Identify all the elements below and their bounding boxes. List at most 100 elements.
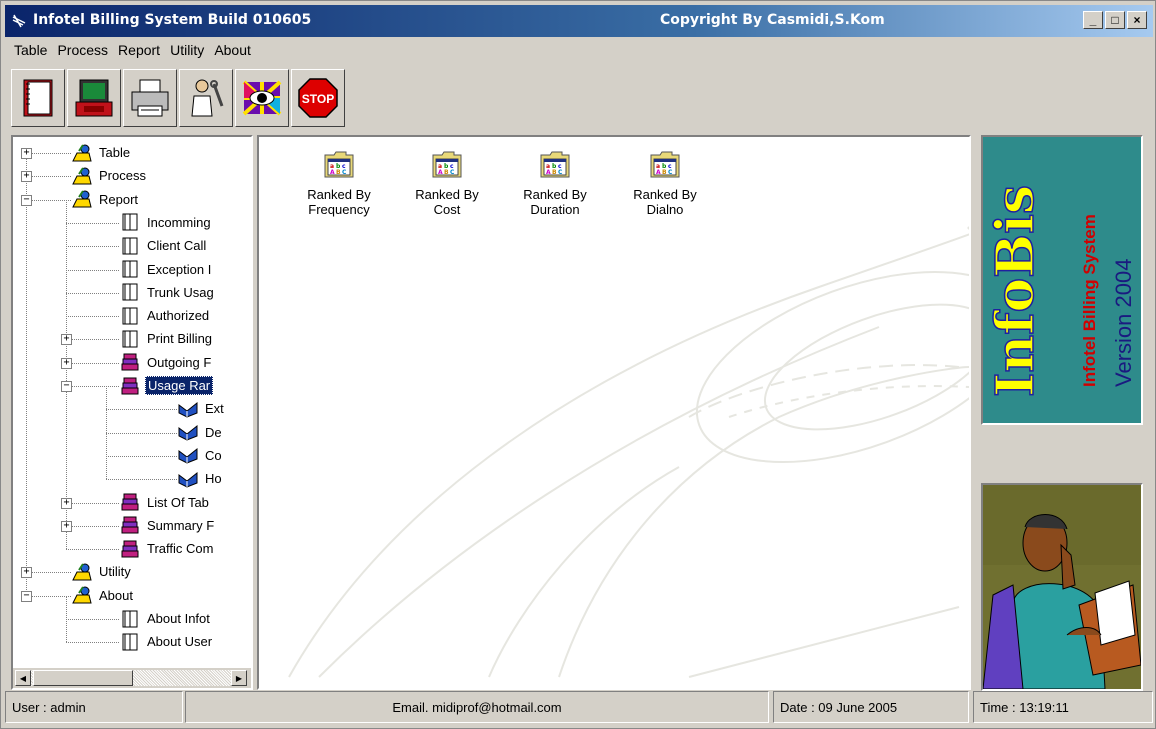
report-item-cost[interactable]: a b c A B C Ranked By Cost xyxy=(397,147,497,217)
books-stack-icon xyxy=(121,377,139,394)
tree-item-label: Table xyxy=(99,145,131,160)
tree-item-about[interactable]: About xyxy=(71,584,135,607)
tree-connector-line xyxy=(66,549,119,551)
close-button[interactable]: × xyxy=(1127,11,1147,29)
open-book-icon xyxy=(178,448,198,464)
tree-item-outgoing-f[interactable]: Outgoing F xyxy=(119,351,213,374)
collapse-node-button[interactable]: − xyxy=(61,381,72,392)
report-item-dialno[interactable]: a b c A B C Ranked By Dialno xyxy=(615,147,715,217)
tree-connector-line xyxy=(66,246,119,248)
folder-person-icon xyxy=(72,143,92,161)
expand-node-button[interactable]: + xyxy=(21,567,32,579)
stop-sign-tool-icon: STOP xyxy=(298,78,338,118)
tree-item-summary-f[interactable]: Summary F xyxy=(119,514,216,537)
collapse-node-button[interactable]: − xyxy=(21,194,32,206)
tree-connector-line xyxy=(106,479,177,481)
tree-item-print-billing[interactable]: Print Billing xyxy=(119,327,214,350)
tree-item-exception-i[interactable]: Exception I xyxy=(119,258,213,281)
tree-item-ho[interactable]: Ho xyxy=(177,467,224,490)
report-item-duration[interactable]: a b c A B C Ranked By Duration xyxy=(505,147,605,217)
menu-table[interactable]: Table xyxy=(9,39,52,63)
tree-connector-line xyxy=(26,153,27,596)
scroll-left-button[interactable]: ◀ xyxy=(15,670,31,686)
tree-item-client-call[interactable]: Client Call xyxy=(119,234,208,257)
stop-label: STOP xyxy=(302,92,334,106)
report-item-line2: Frequency xyxy=(308,202,370,217)
menu-process[interactable]: Process xyxy=(52,39,113,63)
expand-node-button[interactable]: + xyxy=(61,497,72,509)
menu-utility[interactable]: Utility xyxy=(165,39,209,63)
notebook-tool-button[interactable] xyxy=(11,69,65,127)
minimize-button[interactable]: _ xyxy=(1083,11,1103,29)
menu-about[interactable]: About xyxy=(209,39,256,63)
tree-item-label: Report xyxy=(99,191,139,207)
book-icon xyxy=(122,330,138,348)
svg-text:C: C xyxy=(342,169,347,176)
tree-item-ext[interactable]: Ext xyxy=(177,397,226,420)
tree-item-de[interactable]: De xyxy=(177,421,224,444)
report-folder-icon: abcABC xyxy=(322,147,356,181)
book-icon xyxy=(122,283,138,301)
tree-connector-line xyxy=(66,316,119,318)
report-item-frequency[interactable]: a b c A B C Ranked By Frequency xyxy=(289,147,389,217)
tree-item-label: Exception I xyxy=(147,261,212,277)
tree-item-about-infot[interactable]: About Infot xyxy=(119,607,212,630)
operator-illustration-panel xyxy=(981,483,1143,691)
status-date: Date : 09 June 2005 xyxy=(773,691,969,723)
printer-tool-icon xyxy=(131,79,169,117)
colorful-eye-tool-button[interactable] xyxy=(235,69,289,127)
report-item-line2: Dialno xyxy=(646,202,684,217)
tree-item-label: List Of Tab xyxy=(147,494,209,510)
stop-tool-button[interactable]: STOP xyxy=(291,69,345,127)
phone-computer-tool-button[interactable] xyxy=(67,69,121,127)
tree-item-report[interactable]: Report xyxy=(71,188,140,211)
tree-connector-line xyxy=(26,176,71,178)
expand-node-button[interactable]: + xyxy=(21,148,32,159)
collapse-node-button[interactable]: − xyxy=(21,590,32,602)
tree-item-label: Ext xyxy=(205,401,224,417)
open-book-icon xyxy=(178,471,198,488)
scroll-thumb[interactable] xyxy=(33,670,133,686)
tree-connector-line xyxy=(66,339,119,341)
printer-tool-button[interactable] xyxy=(123,69,177,127)
tree-item-process[interactable]: Process xyxy=(71,164,148,187)
tools-person-tool-button[interactable] xyxy=(179,69,233,127)
tree-item-label: About User xyxy=(147,634,213,650)
expand-node-button[interactable]: + xyxy=(21,171,32,183)
expand-node-button[interactable]: + xyxy=(61,357,72,369)
tree-item-trunk-usag[interactable]: Trunk Usag xyxy=(119,281,216,304)
maximize-button[interactable]: □ xyxy=(1105,11,1125,29)
navigation-tree[interactable]: + Table + Process − Report Incomming Client Cal… xyxy=(13,137,245,667)
report-folder-icon: abcABC xyxy=(538,147,572,181)
toolbar: STOP xyxy=(11,69,345,127)
tree-item-list-of-tab[interactable]: List Of Tab xyxy=(119,491,211,514)
status-time: Time : 13:19:11 xyxy=(973,691,1153,723)
tools-person-tool-icon xyxy=(191,79,224,117)
tree-item-usage-rar[interactable]: Usage Rar xyxy=(119,374,214,397)
tree-item-incomming[interactable]: Incomming xyxy=(119,211,213,234)
tree-item-traffic-com[interactable]: Traffic Com xyxy=(119,537,215,560)
expand-node-button[interactable]: + xyxy=(61,334,72,346)
operator-illustration xyxy=(983,485,1141,689)
logo-version: Version 2004 xyxy=(1111,259,1136,387)
tree-connector-line xyxy=(66,525,119,527)
books-stack-icon xyxy=(121,493,139,511)
logo-brand: InfoBis xyxy=(985,185,1046,397)
tree-item-authorized[interactable]: Authorized xyxy=(119,304,211,327)
phone-computer-tool-icon xyxy=(75,79,113,117)
tree-connector-line xyxy=(106,409,177,411)
tree-item-co[interactable]: Co xyxy=(177,444,224,467)
scroll-right-button[interactable]: ▶ xyxy=(231,670,247,686)
tree-item-about-user[interactable]: About User xyxy=(119,630,214,653)
tree-item-table[interactable]: Table xyxy=(71,141,132,164)
tree-item-label: Summary F xyxy=(147,517,215,533)
expand-node-button[interactable]: + xyxy=(61,520,72,532)
tree-item-label: About Infot xyxy=(147,611,210,626)
report-folder-icon: abcABC xyxy=(648,147,682,181)
tree-horizontal-scrollbar[interactable]: ◀ ▶ xyxy=(13,668,251,688)
svg-text:B: B xyxy=(336,169,341,176)
tree-item-utility[interactable]: Utility xyxy=(71,560,133,583)
menu-report[interactable]: Report xyxy=(113,39,165,63)
window-title: Infotel Billing System Build 010605 xyxy=(33,12,312,28)
title-bar[interactable]: Infotel Billing System Build 010605 Copy… xyxy=(5,5,1153,37)
